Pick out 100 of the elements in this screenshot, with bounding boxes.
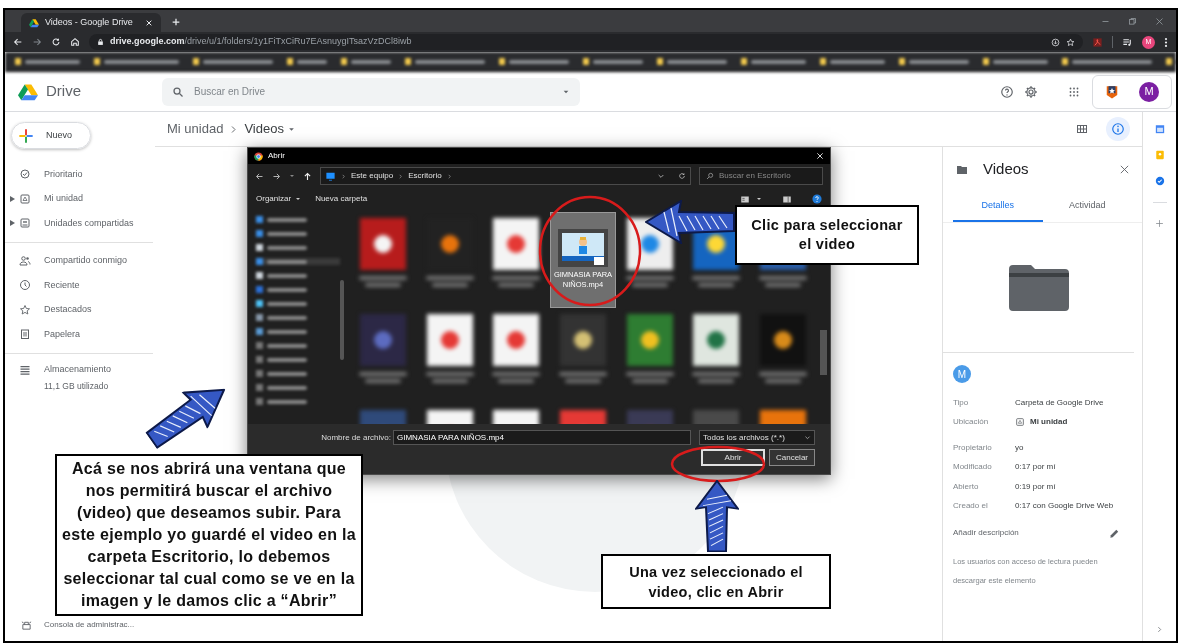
up-arrow-icon[interactable] [303, 171, 312, 181]
scrollbar-thumb[interactable] [820, 330, 827, 375]
trash-icon [19, 328, 31, 341]
details-tab[interactable]: Actividad [1042, 192, 1132, 222]
filename-input[interactable]: GIMNASIA PARA NIÑOS.mp4 [397, 431, 687, 444]
grid-view-icon[interactable] [1076, 123, 1088, 135]
details-title: Videos [983, 159, 1030, 180]
dialog-search-input[interactable]: Buscar en Escritorio [719, 170, 819, 182]
monitor-icon [325, 171, 336, 181]
property-value: 0:17 con Google Drive Web [1015, 500, 1114, 513]
property-label: Propietario [953, 441, 993, 454]
property-value: Carpeta de Google Drive [1015, 396, 1104, 409]
caret-down-icon[interactable] [756, 196, 762, 202]
sidebar-item[interactable]: Mi unidad [5, 186, 153, 211]
help-icon[interactable] [812, 194, 822, 204]
home-icon[interactable] [70, 37, 80, 47]
property-label: Modificado [953, 461, 993, 474]
browser-tab[interactable]: Videos - Google Drive [21, 13, 161, 32]
sidebar-item[interactable]: Prioritario [5, 162, 153, 187]
path-segment[interactable]: Este equipo [351, 170, 394, 182]
star-icon [19, 303, 31, 316]
path-bar[interactable]: Este equipo Escritorio [320, 167, 691, 185]
sidebar-item[interactable]: Reciente [5, 273, 153, 298]
drive-logo-icon [29, 17, 39, 28]
back-icon[interactable] [255, 171, 264, 181]
settings-icon[interactable] [1024, 84, 1038, 99]
property-value: 0:17 por mí [1015, 461, 1056, 474]
caret-down-icon [295, 196, 302, 202]
priority-check-icon [19, 168, 31, 181]
file-type-select[interactable]: Todos los archivos (*.*) [699, 430, 815, 445]
reload-icon[interactable] [51, 37, 61, 47]
property-value: 0:19 por mí [1015, 480, 1056, 493]
drive-icon [19, 192, 31, 205]
caret-down-icon [287, 125, 295, 133]
storage-usage: 11,1 GB utilizado [44, 379, 110, 393]
address-bar[interactable]: drive.google.com/drive/u/1/folders/1y1FiTxCiRu7EAsnuygITsazVzDCl8iwb [89, 34, 1083, 50]
account-switcher[interactable]: M [1092, 74, 1172, 109]
view-options-icon[interactable] [740, 194, 750, 204]
callout-box: Una vez seleccionado el video, clic en Abrir [601, 554, 831, 609]
sidebar-item[interactable]: Compartido conmigo [5, 248, 153, 273]
property-label: Ubicación [953, 416, 990, 429]
details-tab[interactable]: Detalles [953, 192, 1043, 222]
expand-caret-icon[interactable] [9, 220, 15, 227]
path-segment[interactable]: Escritorio [408, 170, 442, 182]
chevron-right-icon [446, 173, 452, 179]
preview-pane-icon[interactable] [782, 194, 792, 204]
expand-caret-icon[interactable] [9, 195, 15, 202]
admin-console-link[interactable]: Consola de administrac... [5, 615, 155, 635]
restore-icon[interactable] [1128, 17, 1137, 26]
details-toggle-button[interactable] [1106, 117, 1130, 141]
caret-down-icon[interactable] [289, 173, 295, 179]
chevron-right-icon [398, 173, 404, 179]
help-icon[interactable] [1000, 84, 1014, 99]
property-label: Creado el [953, 500, 989, 513]
toolbar-button[interactable]: Organizar [256, 193, 302, 205]
dialog-search-field[interactable]: Buscar en Escritorio [699, 167, 823, 185]
folder-icon [955, 163, 969, 176]
sidebar-item[interactable]: Almacenamiento [5, 359, 155, 380]
filename-field[interactable]: GIMNASIA PARA NIÑOS.mp4 [393, 430, 691, 445]
breadcrumb-item[interactable]: Videos [244, 119, 295, 139]
star-icon[interactable] [1066, 37, 1075, 47]
forward-icon[interactable] [272, 171, 281, 181]
search-field[interactable]: Buscar en Drive [162, 77, 580, 106]
more-menu-icon[interactable] [1164, 36, 1168, 48]
search-input[interactable]: Buscar en Drive [194, 84, 552, 99]
property-label: Abierto [953, 480, 980, 493]
check-task-icon[interactable] [1154, 176, 1165, 186]
dialog-button[interactable]: Cancelar [769, 449, 815, 466]
folder-preview-icon [1008, 264, 1069, 311]
lock-icon [97, 38, 104, 46]
shared-drive-icon [19, 217, 31, 230]
filename-label: Nombre de archivo: [321, 431, 391, 444]
callout-box: Acá se nos abrirá una ventana que nos permitirá buscar el archivo (video) que deseamos subir. Para este ejemplo yo guardé el video en la carpeta Escritorio, lo debemos seleccionar tal cual como se ve en la imagen y le damos clic a “Abrir” [55, 454, 363, 616]
dialog-button[interactable]: Abrir [701, 449, 765, 466]
callout-box: Clic para seleccionar el video [735, 205, 919, 265]
new-tab-icon[interactable] [171, 17, 181, 27]
toolbar-button[interactable]: Nueva carpeta [315, 193, 368, 205]
caret-down-icon [804, 434, 811, 441]
chevron-right-icon[interactable] [1156, 626, 1163, 633]
search-icon[interactable] [172, 85, 184, 98]
scrollbar-thumb[interactable] [340, 280, 344, 360]
owner-avatar: M [953, 365, 971, 383]
chevron-right-icon [341, 173, 346, 179]
app-name: Drive [46, 81, 81, 102]
apps-grid-icon[interactable] [1068, 85, 1080, 98]
breadcrumb-item[interactable]: Mi unidad [167, 119, 224, 139]
sidebar-item[interactable]: Destacados [5, 297, 153, 322]
calendar-icon[interactable] [1154, 124, 1165, 134]
location-link[interactable]: Mi unidad [1015, 416, 1068, 429]
refresh-icon[interactable] [678, 172, 686, 180]
pdf-extension-icon[interactable] [1092, 36, 1103, 48]
media-queue-icon[interactable] [1122, 36, 1133, 48]
property-value: yo [1015, 441, 1024, 454]
edit-pencil-icon[interactable] [1109, 527, 1120, 539]
sidebar-item[interactable]: Papelera [5, 322, 153, 347]
install-icon[interactable] [1051, 37, 1060, 47]
account-avatar[interactable]: M [1139, 81, 1159, 102]
sidebar-item[interactable]: Unidades compartidas [5, 211, 153, 236]
add-description-label[interactable]: Añadir descripción [953, 527, 1109, 539]
people-icon [19, 254, 31, 267]
